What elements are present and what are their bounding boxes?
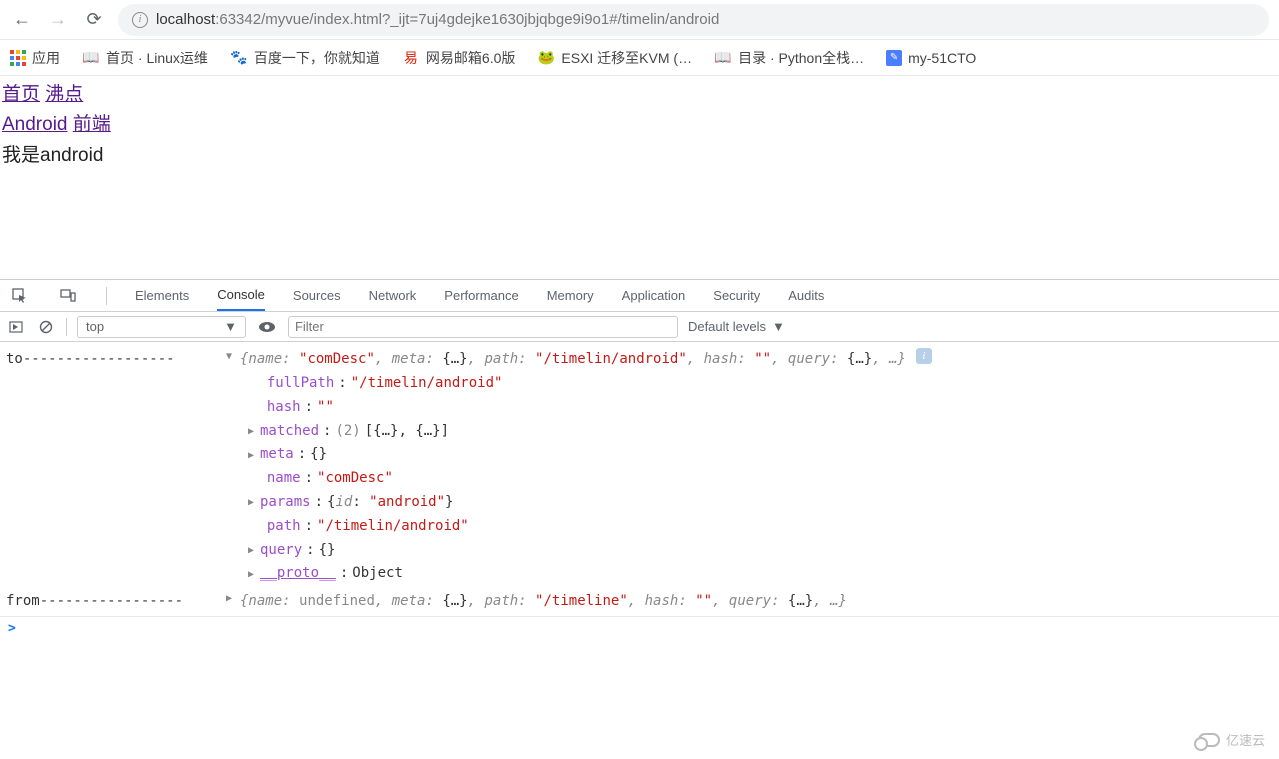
expander-icon[interactable]: ▶ bbox=[224, 590, 234, 607]
link-frontend[interactable]: 前端 bbox=[73, 114, 111, 135]
tab-application[interactable]: Application bbox=[622, 280, 686, 311]
address-bar[interactable]: i localhost:63342/myvue/index.html?_ijt=… bbox=[118, 4, 1269, 36]
info-icon[interactable]: i bbox=[132, 12, 148, 28]
console-log-to: to------------------ ▼ {name: "comDesc",… bbox=[6, 348, 1273, 372]
object-summary[interactable]: {name: "comDesc", meta: {…}, path: "/tim… bbox=[240, 348, 906, 372]
prop-row[interactable]: ▶matched: (2) [{…}, {…}] bbox=[246, 420, 1273, 444]
sidebar-toggle-icon[interactable] bbox=[6, 317, 26, 337]
clear-console-icon[interactable] bbox=[36, 317, 56, 337]
devtools: Elements Console Sources Network Perform… bbox=[0, 279, 1279, 640]
prop-row[interactable]: path: "/timelin/android" bbox=[246, 515, 1273, 539]
prop-row[interactable]: ▶meta: {} bbox=[246, 443, 1273, 467]
tab-sources[interactable]: Sources bbox=[293, 280, 341, 311]
inspect-icon[interactable] bbox=[10, 286, 30, 306]
back-button[interactable]: ← bbox=[10, 8, 34, 32]
expander-icon: ▶ bbox=[246, 494, 256, 511]
devtools-tabs: Elements Console Sources Network Perform… bbox=[0, 280, 1279, 312]
object-summary[interactable]: {name: undefined, meta: {…}, path: "/tim… bbox=[240, 590, 847, 614]
prop-row[interactable]: name: "comDesc" bbox=[246, 467, 1273, 491]
devtools-filterbar: top ▼ Default levels ▼ bbox=[0, 312, 1279, 342]
info-badge-icon[interactable]: i bbox=[916, 348, 932, 364]
tab-elements[interactable]: Elements bbox=[135, 280, 189, 311]
chevron-down-icon: ▼ bbox=[772, 319, 785, 334]
bookmark-label: 应用 bbox=[32, 48, 60, 68]
tab-network[interactable]: Network bbox=[369, 280, 417, 311]
tab-security[interactable]: Security bbox=[713, 280, 760, 311]
bookmark-label: ESXI 迁移至KVM (… bbox=[561, 48, 692, 68]
bookmark-label: 目录 · Python全栈… bbox=[738, 48, 864, 68]
frog-icon: 🐸 bbox=[537, 49, 555, 67]
baidu-icon: 🐾 bbox=[230, 49, 248, 67]
expander-icon: ▶ bbox=[246, 447, 256, 464]
object-properties: fullPath: "/timelin/android" hash: "" ▶m… bbox=[246, 372, 1273, 586]
watermark: 亿速云 bbox=[1198, 730, 1265, 749]
console-prompt[interactable]: > bbox=[0, 616, 1279, 640]
forward-button[interactable]: → bbox=[46, 8, 70, 32]
content-text: 我是android bbox=[2, 141, 1277, 171]
url-text: localhost:63342/myvue/index.html?_ijt=7u… bbox=[156, 11, 719, 28]
bookmark-label: my-51CTO bbox=[908, 50, 976, 66]
chevron-down-icon: ▼ bbox=[224, 319, 237, 334]
prop-row[interactable]: hash: "" bbox=[246, 396, 1273, 420]
apps-icon bbox=[10, 50, 26, 66]
link-home[interactable]: 首页 bbox=[2, 84, 40, 105]
tab-console[interactable]: Console bbox=[217, 280, 265, 311]
reload-button[interactable]: ⟳ bbox=[82, 8, 106, 32]
bookmark-label: 百度一下，你就知道 bbox=[254, 48, 380, 68]
log-levels-select[interactable]: Default levels ▼ bbox=[688, 319, 785, 334]
cloud-icon bbox=[1198, 733, 1220, 747]
doc-icon: ✎ bbox=[886, 50, 902, 66]
bookmark-item[interactable]: ✎ my-51CTO bbox=[886, 50, 976, 66]
prop-row[interactable]: ▶__proto__: Object bbox=[246, 562, 1273, 586]
tab-audits[interactable]: Audits bbox=[788, 280, 824, 311]
expander-icon: ▶ bbox=[246, 542, 256, 559]
link-boiling[interactable]: 沸点 bbox=[45, 84, 83, 105]
filter-input[interactable] bbox=[288, 316, 678, 338]
device-icon[interactable] bbox=[58, 286, 78, 306]
link-android[interactable]: Android bbox=[2, 114, 68, 135]
tab-memory[interactable]: Memory bbox=[547, 280, 594, 311]
live-expression-icon[interactable] bbox=[256, 316, 278, 338]
console-log-from: from----------------- ▶ {name: undefined… bbox=[6, 590, 1273, 614]
bookmark-item[interactable]: 📖 目录 · Python全栈… bbox=[714, 48, 864, 68]
bookmark-item[interactable]: 易 网易邮箱6.0版 bbox=[402, 48, 515, 68]
prop-row[interactable]: fullPath: "/timelin/android" bbox=[246, 372, 1273, 396]
page-content: 首页 沸点 Android 前端 我是android bbox=[0, 76, 1279, 171]
prop-row[interactable]: ▶query: {} bbox=[246, 539, 1273, 563]
bookmark-item[interactable]: 📖 首页 · Linux运维 bbox=[82, 48, 208, 68]
book-icon: 📖 bbox=[82, 49, 100, 67]
expander-icon: ▶ bbox=[246, 566, 256, 583]
bookmarks-bar: 应用 📖 首页 · Linux运维 🐾 百度一下，你就知道 易 网易邮箱6.0版… bbox=[0, 40, 1279, 76]
bookmark-label: 首页 · Linux运维 bbox=[106, 48, 208, 68]
console-body: to------------------ ▼ {name: "comDesc",… bbox=[0, 342, 1279, 616]
prop-row[interactable]: ▶params: {id: "android"} bbox=[246, 491, 1273, 515]
mail-icon: 易 bbox=[402, 49, 420, 67]
context-select[interactable]: top ▼ bbox=[77, 316, 246, 338]
expander-icon: ▶ bbox=[246, 423, 256, 440]
tab-performance[interactable]: Performance bbox=[444, 280, 518, 311]
book-icon: 📖 bbox=[714, 49, 732, 67]
bookmark-apps[interactable]: 应用 bbox=[10, 48, 60, 68]
expander-icon[interactable]: ▼ bbox=[224, 348, 234, 365]
browser-toolbar: ← → ⟳ i localhost:63342/myvue/index.html… bbox=[0, 0, 1279, 40]
bookmark-item[interactable]: 🐾 百度一下，你就知道 bbox=[230, 48, 380, 68]
bookmark-item[interactable]: 🐸 ESXI 迁移至KVM (… bbox=[537, 48, 692, 68]
bookmark-label: 网易邮箱6.0版 bbox=[426, 48, 515, 68]
